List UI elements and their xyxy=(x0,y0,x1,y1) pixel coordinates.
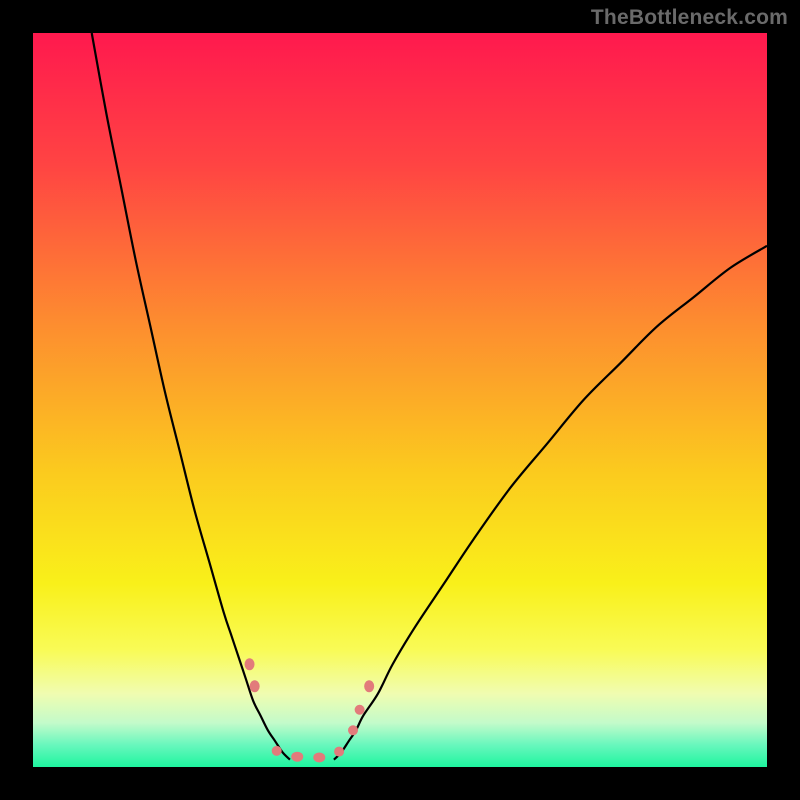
marker-group xyxy=(245,658,375,762)
right-curve xyxy=(334,246,767,760)
data-marker xyxy=(348,725,358,735)
data-marker xyxy=(355,705,365,715)
chart-svg xyxy=(33,33,767,767)
watermark: TheBottleneck.com xyxy=(591,6,788,30)
data-marker xyxy=(291,752,303,762)
data-marker xyxy=(272,746,282,756)
data-marker xyxy=(364,680,374,692)
data-marker xyxy=(250,680,260,692)
data-marker xyxy=(313,752,325,762)
left-curve xyxy=(92,33,290,760)
frame: TheBottleneck.com xyxy=(0,0,800,800)
data-marker xyxy=(245,658,255,670)
data-marker xyxy=(334,747,344,757)
